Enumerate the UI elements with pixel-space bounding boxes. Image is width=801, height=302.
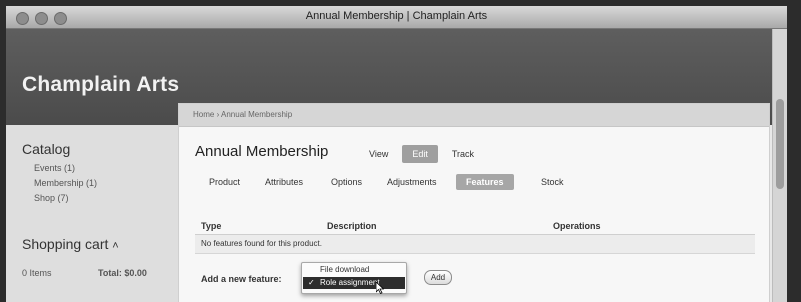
sidebar: Catalog Events (1) Membership (1) Shop (…: [6, 125, 178, 302]
column-operations: Operations: [553, 221, 601, 231]
edit-tab[interactable]: Edit: [402, 145, 438, 163]
page-title: Annual Membership: [195, 143, 329, 160]
checkmark-icon: ✓: [308, 278, 315, 287]
browser-frame: Annual Membership | Champlain Arts Champ…: [0, 0, 801, 302]
dropdown-option-role-assignment[interactable]: ✓ Role assignment: [303, 277, 405, 289]
shopping-cart-heading[interactable]: Shopping cart ˄: [22, 236, 119, 252]
subtab-adjustments[interactable]: Adjustments: [387, 177, 437, 187]
catalog-item-events[interactable]: Events (1): [34, 163, 75, 173]
page: Champlain Arts Catalog Events (1) Member…: [6, 29, 787, 302]
subtab-options[interactable]: Options: [331, 177, 362, 187]
subtab-attributes[interactable]: Attributes: [265, 177, 303, 187]
subtab-stock[interactable]: Stock: [541, 177, 564, 187]
add-feature-button[interactable]: Add: [424, 270, 452, 285]
subtab-product[interactable]: Product: [209, 177, 240, 187]
features-table-header: Type Description Operations: [195, 218, 755, 235]
column-type: Type: [201, 221, 222, 231]
table-row: No features found for this product.: [195, 235, 755, 254]
track-tab[interactable]: Track: [452, 149, 474, 159]
column-description: Description: [327, 221, 377, 231]
subtab-features[interactable]: Features: [456, 174, 514, 190]
view-tab[interactable]: View: [369, 149, 388, 159]
selected-option-label: Role assignment: [320, 278, 380, 287]
scrollbar-thumb[interactable]: [776, 99, 784, 189]
breadcrumb-bar: Home › Annual Membership: [179, 104, 769, 127]
cart-total: Total: $0.00: [98, 268, 147, 278]
shopping-cart-label: Shopping cart: [22, 236, 109, 252]
cart-item-count: 0 Items: [22, 268, 52, 278]
site-name[interactable]: Champlain Arts: [22, 73, 179, 97]
window-title: Annual Membership | Champlain Arts: [305, 10, 488, 22]
mouse-cursor-icon: [376, 282, 384, 294]
catalog-item-shop[interactable]: Shop (7): [34, 193, 69, 203]
vertical-scrollbar[interactable]: [772, 29, 787, 302]
chevron-up-icon[interactable]: ˄: [112, 240, 118, 252]
breadcrumb[interactable]: Home › Annual Membership: [193, 110, 292, 119]
catalog-item-membership[interactable]: Membership (1): [34, 178, 97, 188]
dropdown-option-file-download[interactable]: File download: [320, 265, 369, 274]
catalog-heading: Catalog: [22, 141, 71, 157]
window-titlebar: Annual Membership | Champlain Arts: [6, 6, 787, 29]
feature-type-select[interactable]: File download ✓ Role assignment: [301, 262, 407, 294]
main-content: Home › Annual Membership Annual Membersh…: [178, 103, 770, 302]
product-actions: View Edit Track: [369, 145, 474, 163]
empty-table-message: No features found for this product.: [201, 239, 322, 248]
add-feature-label: Add a new feature:: [201, 274, 282, 284]
